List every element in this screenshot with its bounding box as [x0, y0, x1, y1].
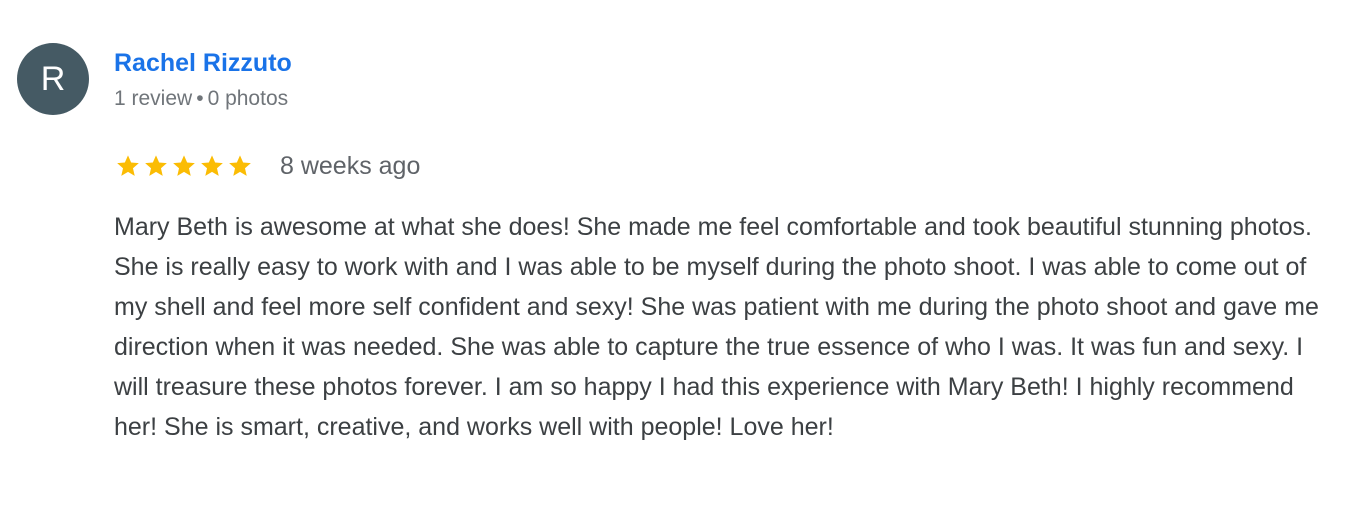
review-card: R Rachel Rizzuto 1 review • 0 photos 8 wee…: [0, 0, 1357, 506]
review-count: 1 review: [114, 87, 193, 110]
star-icon: [201, 155, 223, 176]
star-rating: [114, 153, 254, 179]
avatar-initial: R: [40, 60, 66, 98]
star-icon: [173, 155, 195, 176]
review-text: Mary Beth is awesome at what she does! S…: [114, 213, 1319, 441]
meta-separator: •: [196, 87, 204, 110]
review-time: 8 weeks ago: [280, 152, 421, 180]
photo-count: 0 photos: [207, 87, 289, 110]
reviewer-meta: 1 review • 0 photos: [114, 86, 288, 112]
rating-row: 8 weeks ago: [114, 150, 420, 182]
reviewer-name-link[interactable]: Rachel Rizzuto: [114, 48, 292, 78]
star-icon: [117, 155, 139, 176]
star-icon: [229, 155, 251, 176]
avatar[interactable]: R: [17, 43, 89, 115]
star-icon: [145, 155, 167, 176]
